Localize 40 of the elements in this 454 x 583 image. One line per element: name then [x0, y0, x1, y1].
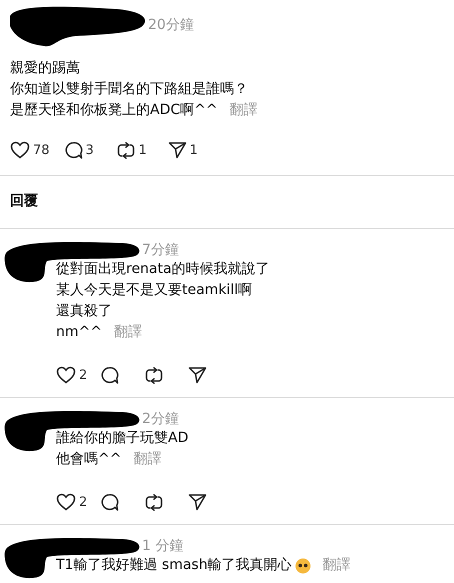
heart-icon [10, 141, 30, 159]
post-time: 20分鐘 [148, 16, 194, 34]
reply-text-line: nm^^ 翻譯 [56, 322, 270, 343]
share-count: 1 [190, 142, 198, 158]
like-count: 2 [79, 368, 88, 382]
speech-bubble-icon [100, 492, 119, 512]
like-count: 78 [33, 142, 50, 158]
post-text-line: 是歷天怪和你板凳上的ADC啊^^ 翻譯 [10, 100, 444, 121]
comment-button[interactable]: 3 [64, 140, 102, 160]
repost-icon [144, 492, 164, 512]
send-icon [188, 366, 207, 384]
repost-icon [144, 366, 164, 384]
like-button[interactable]: 2 [56, 366, 92, 384]
repost-count: 1 [138, 142, 147, 158]
post-text-line: 親愛的踢萬 [10, 59, 81, 78]
share-button[interactable]: 1 [168, 141, 206, 159]
reply-text-line: 他會嗎^^ 翻譯 [56, 449, 224, 470]
reply-text-line: 誰給你的膽子玩雙AD [56, 429, 190, 448]
heart-icon [56, 493, 76, 511]
like-button[interactable]: 78 [10, 141, 50, 159]
speech-bubble-icon [64, 140, 83, 160]
reply-text-line: 還真殺了 [56, 302, 113, 321]
like-button[interactable]: 2 [56, 493, 92, 511]
reply-text-line: 從對面出現renata的時候我就說了 [56, 260, 270, 279]
speech-bubble-icon [100, 366, 119, 384]
repost-icon [116, 140, 136, 160]
send-icon [188, 493, 207, 511]
post-text-line: 你知道以雙射手聞名的下路組是誰嗎？ [10, 80, 249, 99]
reply-text-line: 某人今天是不是又要teamkill啊 [56, 281, 254, 300]
reply-time: 7分鐘 [142, 241, 180, 259]
replies-heading: 回覆 [9, 192, 39, 211]
reply-text-line: T1輸了我好難過 smash輸了我真開心 翻譯 [56, 555, 351, 576]
emoji-icon [294, 558, 311, 574]
heart-icon [56, 366, 76, 384]
comment-count: 3 [86, 142, 94, 158]
send-icon [168, 141, 187, 159]
reply-time: 2分鐘 [142, 410, 180, 428]
repost-button[interactable]: 1 [116, 140, 154, 160]
like-count: 2 [79, 494, 88, 510]
reply-time: 1 分鐘 [142, 537, 184, 555]
